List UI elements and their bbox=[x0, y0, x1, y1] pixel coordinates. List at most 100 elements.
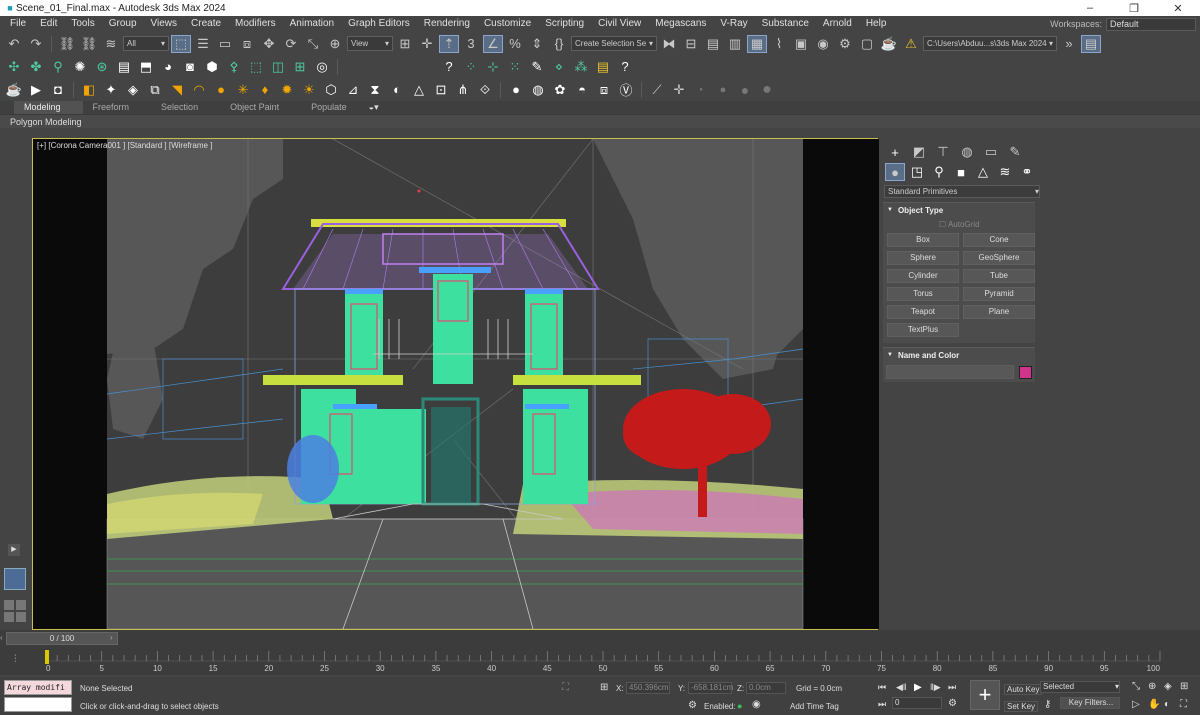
multi-material-icon[interactable]: ✿ bbox=[550, 81, 570, 99]
mirror-icon[interactable]: ⧓ bbox=[659, 35, 679, 53]
ring-icon[interactable]: ◎ bbox=[312, 58, 332, 76]
menu-scripting[interactable]: Scripting bbox=[539, 16, 592, 32]
object-name-field[interactable] bbox=[886, 365, 1014, 379]
ribbon-tab-populate[interactable]: Populate bbox=[301, 101, 369, 114]
rectangular-selection-icon[interactable]: ▭ bbox=[215, 35, 235, 53]
measure-icon[interactable]: ⟋ bbox=[647, 81, 667, 99]
sphere-icon[interactable]: ◐ bbox=[387, 81, 407, 99]
cylinder-button[interactable]: Cylinder bbox=[887, 269, 959, 283]
polygon-modeling-label[interactable]: Polygon Modeling bbox=[10, 117, 82, 127]
bookmark-icon[interactable]: ⬒ bbox=[136, 58, 156, 76]
viewport-label[interactable]: [+] [Corona Camera001 ] [Standard ] [Wir… bbox=[37, 141, 212, 150]
particle-icon[interactable]: ✺ bbox=[70, 58, 90, 76]
menu-animation[interactable]: Animation bbox=[284, 16, 342, 32]
time-config-icon[interactable]: ⚙ bbox=[948, 698, 957, 709]
snaps-toggle-icon[interactable]: 3 bbox=[461, 35, 481, 53]
ies-light-icon[interactable]: ♦ bbox=[255, 81, 275, 99]
pan-icon[interactable]: ✋ bbox=[1148, 699, 1160, 710]
material-icon[interactable]: ◈ bbox=[123, 81, 143, 99]
select-scale-icon[interactable]: ⤡ bbox=[303, 35, 323, 53]
document-icon[interactable]: ▤ bbox=[114, 58, 134, 76]
bind-space-warp-icon[interactable]: ≋ bbox=[101, 35, 121, 53]
dot-small-icon[interactable]: ● bbox=[691, 81, 711, 99]
menu-civil-view[interactable]: Civil View bbox=[592, 16, 649, 32]
teapot-icon[interactable]: ☕ bbox=[4, 81, 24, 99]
ribbon-tab-selection[interactable]: Selection bbox=[151, 101, 220, 114]
texture-icon[interactable]: ⧉ bbox=[145, 81, 165, 99]
window-icon[interactable]: ◫ bbox=[268, 58, 288, 76]
network-icon[interactable]: ⁙ bbox=[505, 58, 525, 76]
sphere-button[interactable]: Sphere bbox=[887, 251, 959, 265]
select-object-icon[interactable]: ⬚ bbox=[171, 34, 191, 53]
mesh-light-icon[interactable]: ✳ bbox=[233, 81, 253, 99]
info-icon[interactable]: ? bbox=[615, 58, 635, 76]
menu-file[interactable]: File bbox=[4, 16, 34, 32]
menu-megascans[interactable]: Megascans bbox=[649, 16, 714, 32]
space-warps-icon[interactable]: ≋ bbox=[995, 163, 1015, 181]
material-ball-icon[interactable]: ◍ bbox=[528, 81, 548, 99]
maxscript-output[interactable] bbox=[4, 697, 72, 712]
unlink-icon[interactable]: ⛓ bbox=[79, 35, 99, 53]
expand-arrow-icon[interactable]: ▶ bbox=[8, 544, 20, 556]
helper-icon[interactable]: ⚲ bbox=[48, 58, 68, 76]
name-color-header[interactable]: ▼ Name and Color bbox=[883, 348, 1035, 362]
motion-tab-icon[interactable]: ◍ bbox=[957, 143, 977, 161]
orbit-icon[interactable]: ◐ bbox=[1164, 699, 1170, 710]
display-tab-icon[interactable]: ▭ bbox=[981, 143, 1001, 161]
systems-icon[interactable]: ⚭ bbox=[1017, 163, 1037, 181]
vray-logo-icon[interactable]: Ⓥ bbox=[616, 81, 636, 99]
grass-icon[interactable]: ⋔ bbox=[453, 81, 473, 99]
dot-larger-icon[interactable]: ● bbox=[757, 81, 777, 99]
menu-tools[interactable]: Tools bbox=[65, 16, 102, 32]
menu-substance[interactable]: Substance bbox=[756, 16, 817, 32]
key-filters-button[interactable]: Key Filters... bbox=[1060, 697, 1120, 709]
z-coordinate-field[interactable]: 0.0cm bbox=[746, 682, 786, 694]
connect-icon[interactable]: ⋄ bbox=[549, 58, 569, 76]
zoom-extents-icon[interactable]: ◈ bbox=[1164, 681, 1172, 692]
create-tab-icon[interactable]: + bbox=[885, 143, 905, 161]
menu-modifiers[interactable]: Modifiers bbox=[229, 16, 284, 32]
torus-button[interactable]: Torus bbox=[887, 287, 959, 301]
menu-edit[interactable]: Edit bbox=[34, 16, 65, 32]
gallery-icon[interactable]: ◙ bbox=[180, 58, 200, 76]
object-type-header[interactable]: ▼ Object Type bbox=[883, 203, 1035, 217]
window-crossing-icon[interactable]: ⧈ bbox=[237, 35, 257, 53]
scatter-icon[interactable]: ⁂ bbox=[571, 58, 591, 76]
set-key-button[interactable]: Set Key bbox=[1004, 701, 1039, 712]
key-selection-dropdown[interactable]: Selected ▾ bbox=[1040, 681, 1120, 693]
ribbon-options-icon[interactable]: ◒▾ bbox=[369, 102, 379, 113]
x-coordinate-field[interactable]: 450.396cm bbox=[626, 682, 670, 694]
select-rotate-icon[interactable]: ⟳ bbox=[281, 35, 301, 53]
tube-button[interactable]: Tube bbox=[963, 269, 1035, 283]
plane-button[interactable]: Plane bbox=[963, 305, 1035, 319]
helpers-icon[interactable]: △ bbox=[973, 163, 993, 181]
menu-vray[interactable]: V-Ray bbox=[714, 16, 755, 32]
render-icon[interactable]: ▶ bbox=[26, 81, 46, 99]
set-key-icon[interactable]: + bbox=[970, 680, 1000, 710]
menu-create[interactable]: Create bbox=[185, 16, 229, 32]
sun-icon[interactable]: ✹ bbox=[277, 81, 297, 99]
selection-filter-dropdown[interactable]: All ▾ bbox=[123, 36, 169, 51]
stack-icon[interactable]: ⧈ bbox=[594, 81, 614, 99]
key-filter-icon[interactable]: ⚷ bbox=[1044, 699, 1051, 710]
help-icon[interactable]: ? bbox=[439, 58, 459, 76]
cross-icon[interactable]: ✛ bbox=[669, 81, 689, 99]
lights-category-icon[interactable]: ⚲ bbox=[929, 163, 949, 181]
spinner-snap-icon[interactable]: ⇕ bbox=[527, 35, 547, 53]
time-slider-prev-icon[interactable]: ‹ bbox=[0, 633, 3, 642]
key-mode-icon[interactable]: ⏭ bbox=[878, 699, 886, 710]
object-color-swatch[interactable] bbox=[1019, 365, 1032, 379]
menu-graph-editors[interactable]: Graph Editors bbox=[342, 16, 418, 32]
grid-icon[interactable]: ⊞ bbox=[290, 58, 310, 76]
transform-type-in-icon[interactable]: ⊞ bbox=[600, 682, 608, 693]
time-tag-icon[interactable]: ◉ bbox=[752, 699, 761, 710]
dome-light-icon[interactable]: ◠ bbox=[189, 81, 209, 99]
ribbon-tab-freeform[interactable]: Freeform bbox=[83, 101, 152, 114]
save-icon[interactable]: ▤ bbox=[1081, 34, 1101, 53]
edit-icon[interactable]: ✎ bbox=[527, 58, 547, 76]
frame-buffer-icon[interactable]: ◧ bbox=[79, 81, 99, 99]
goto-start-icon[interactable]: ⏮ bbox=[878, 682, 886, 693]
redo-icon[interactable]: ↷ bbox=[26, 35, 46, 53]
camera-viewport[interactable]: [+] [Corona Camera001 ] [Standard ] [Wir… bbox=[32, 138, 879, 630]
dot-medium-icon[interactable]: ● bbox=[713, 81, 733, 99]
